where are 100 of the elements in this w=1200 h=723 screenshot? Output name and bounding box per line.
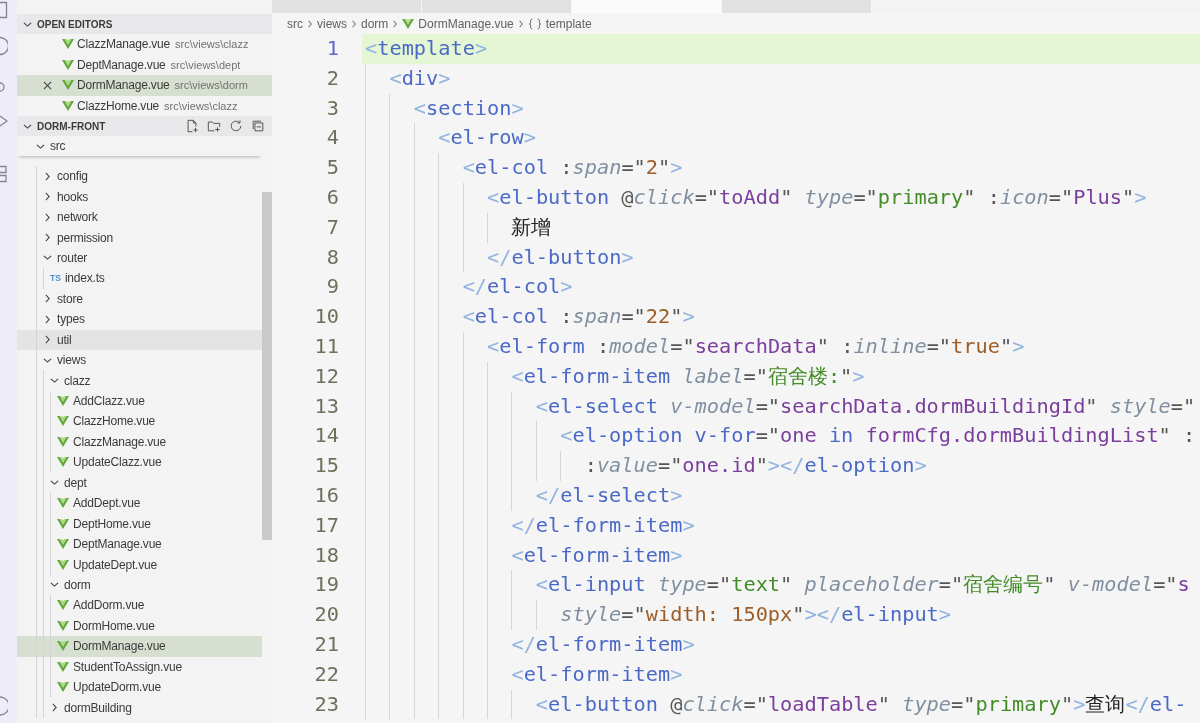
tree-item[interactable]: UpdateDept.vue (17, 554, 262, 575)
code-line: :value="one.id"></el-option> (584, 452, 927, 480)
chevron-right-icon (518, 19, 523, 28)
arc-icon[interactable] (0, 696, 8, 716)
tree-item[interactable]: AddDorm.vue (17, 595, 262, 616)
line-number: 2 (325, 64, 339, 92)
tree-item[interactable]: permission (17, 227, 262, 248)
code-line: </el-select> (535, 481, 683, 509)
code-line: <section> (413, 94, 524, 122)
vue-file-icon (57, 539, 69, 550)
vue-file-icon (62, 80, 74, 91)
tree-item[interactable]: types (17, 309, 262, 330)
tree-item[interactable]: AddDept.vue (17, 493, 262, 514)
vue-file-icon (62, 39, 74, 50)
tree-item[interactable]: hooks (17, 186, 262, 207)
vue-file-icon (57, 436, 69, 447)
line-number: 23 (313, 690, 339, 718)
breadcrumb-item[interactable]: dorm (361, 15, 389, 32)
tree-item[interactable]: config (17, 166, 262, 187)
tree-item[interactable]: store (17, 288, 262, 310)
line-number: 12 (313, 362, 339, 390)
open-editor-item[interactable]: ClazzHome.vue src\views\clazz (17, 95, 272, 116)
tree-item[interactable]: clazz (17, 370, 262, 391)
collapse-all-icon[interactable] (251, 119, 265, 133)
tree-item[interactable]: dept (17, 472, 262, 493)
line-number: 11 (313, 332, 339, 360)
refresh-icon[interactable] (229, 119, 243, 133)
line-number: 18 (313, 541, 339, 569)
play-icon[interactable] (0, 115, 8, 127)
tree-item[interactable]: UpdateDorm.vue (17, 676, 262, 698)
tree-item[interactable]: ClazzManage.vue (17, 431, 262, 453)
code-line: <el-col :span="2"> (462, 154, 683, 182)
line-number: 3 (325, 94, 339, 122)
line-number: 13 (313, 392, 339, 420)
code-line: <el-form-item label="宿舍楼:"> (511, 362, 865, 390)
line-number: 20 (313, 601, 339, 629)
code-line: <el-select v-model="searchData.dormBuildingId" style=" (535, 392, 1196, 420)
chevron-right-icon (393, 19, 398, 28)
tree-item[interactable]: dorm (17, 574, 262, 596)
code-line: <el-form-item> (511, 541, 683, 569)
breadcrumb-item[interactable]: template (527, 15, 592, 32)
vue-file-icon (402, 18, 415, 29)
code-line: <el-option v-for="one in formCfg.dormBuildingList" : (560, 422, 1196, 450)
line-number: 9 (325, 273, 339, 301)
file-path: src\views\dorm (174, 79, 248, 92)
close-icon[interactable] (43, 80, 52, 90)
tree-item[interactable]: network (17, 206, 262, 228)
code-line: <el-form :model="searchData" :inline="true"> (487, 332, 1025, 360)
line-number: 10 (313, 303, 339, 331)
scrollbar-thumb[interactable] (262, 192, 272, 540)
code-line: <el-row> (438, 124, 536, 152)
chevron-right-icon (352, 19, 356, 28)
tree-item[interactable]: DeptHome.vue (17, 513, 262, 534)
file-path: src\views\clazz (175, 38, 249, 51)
line-number: 22 (313, 660, 339, 688)
braces-icon (527, 17, 542, 30)
code-line: 新增 (511, 213, 552, 241)
open-editor-item[interactable]: DeptManage.vue src\views\dept (17, 54, 272, 75)
arc-icon[interactable] (0, 36, 8, 56)
code-line: <el-button @click="toAdd" type="primary" :icon="Plus"> (487, 184, 1147, 211)
vue-file-icon (57, 559, 69, 570)
tree-item[interactable]: UpdateClazz.vue (17, 452, 262, 473)
chevron-right-icon (308, 19, 312, 28)
tree-item[interactable]: ClazzHome.vue (17, 411, 262, 432)
code-line: <el-button @click="loadTable" type="primary">查询</el- (535, 690, 1187, 718)
code-line: <el-input type="text" placeholder="宿舍编号" v-model="s (535, 571, 1190, 599)
vue-file-icon (57, 620, 69, 631)
tree-item[interactable]: DormManage.vue (17, 636, 262, 657)
code-line: <el-form-item> (511, 660, 683, 688)
vue-file-icon (57, 682, 69, 693)
section-toggle[interactable]: DORM-FRONT (23, 116, 106, 136)
tree-item[interactable]: util (17, 329, 262, 350)
breadcrumb-item[interactable]: DormManage.vue (402, 15, 514, 32)
new-folder-icon[interactable] (207, 119, 221, 133)
page-icon[interactable] (0, 1, 8, 19)
tree-item[interactable]: DeptManage.vue (17, 533, 262, 555)
code-line: </el-col> (462, 273, 573, 301)
vue-file-icon (62, 100, 74, 111)
tree-item[interactable]: StudentToAssign.vue (17, 656, 262, 677)
vue-file-icon (62, 59, 74, 70)
vue-file-icon (57, 498, 69, 509)
breadcrumb-item[interactable]: views (317, 15, 347, 32)
open-editor-item[interactable]: DormManage.vue src\views\dorm (17, 75, 272, 96)
section-toggle[interactable]: OPEN EDITORS (23, 14, 113, 34)
vue-file-icon (57, 600, 69, 611)
tree-item[interactable]: TS index.ts (17, 268, 262, 289)
breadcrumb-item[interactable]: src (287, 15, 303, 32)
line-number: 14 (313, 422, 339, 450)
line-number: 6 (325, 184, 339, 211)
squares-icon[interactable] (0, 165, 8, 183)
tree-item[interactable]: dormBuilding (17, 697, 262, 718)
tree-item[interactable]: router (17, 247, 262, 269)
open-editor-item[interactable]: ClazzManage.vue src\views\clazz (17, 34, 272, 55)
tree-item[interactable]: src (17, 136, 262, 156)
arc-icon[interactable] (0, 82, 6, 92)
new-file-icon[interactable] (185, 119, 199, 133)
tree-item[interactable]: AddClazz.vue (17, 390, 262, 412)
tree-item[interactable]: views (17, 349, 262, 371)
code-line: <el-col :span="22"> (462, 303, 695, 331)
line-number: 15 (313, 452, 339, 480)
